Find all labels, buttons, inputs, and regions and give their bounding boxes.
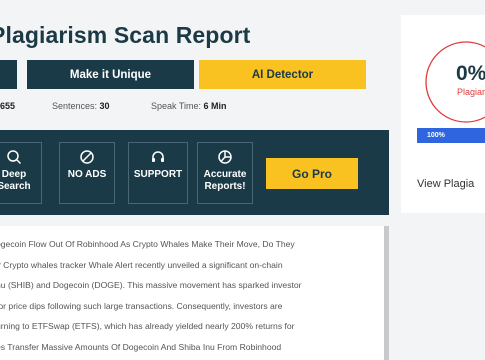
promo-no-ads-label: NO ADS (67, 169, 107, 180)
headset-icon (152, 151, 164, 162)
go-pro-button[interactable]: Go Pro (266, 158, 358, 189)
promo-accurate-reports: Accurate Reports! (197, 142, 253, 204)
search-icon (7, 150, 22, 165)
content-line: urning to ETFSwap (ETFS), which has alre… (0, 321, 295, 331)
content-text-panel[interactable]: ogecoin Flow Out Of Robinhood As Crypto … (0, 226, 389, 360)
speak-time-label: Speak Time: (151, 101, 202, 111)
plagiarism-percent: 0% (456, 62, 485, 85)
main-panel: Plagiarism Scan Report Make it Unique AI… (0, 0, 389, 360)
speak-time-value: 6 Min (203, 101, 227, 111)
sentence-count-value: 30 (99, 101, 110, 111)
promo-deep-search-line2: Search (0, 181, 31, 192)
word-count: 655 (0, 101, 15, 111)
sentence-count: Sentences: 30 (52, 101, 110, 111)
plagiarism-label: Plagiariz (457, 87, 485, 97)
content-text: ogecoin Flow Out Of Robinhood As Crypto … (0, 234, 374, 357)
word-count-value: 655 (0, 101, 16, 111)
unique-progress-fill: 100% (417, 128, 485, 143)
promo-support-label: SUPPORT (133, 169, 183, 180)
content-line: for price dips following such large tran… (0, 300, 283, 311)
scrollbar-thumb[interactable] (384, 226, 389, 360)
page-title: Plagiarism Scan Report (0, 22, 250, 49)
unique-progress-bar: 100% (417, 128, 485, 143)
ai-detector-button[interactable]: AI Detector (199, 60, 366, 89)
content-line: es Transfer Massive Amounts Of Dogecoin … (0, 341, 282, 352)
speak-time: Speak Time: 6 Min (151, 101, 227, 111)
make-it-unique-button[interactable]: Make it Unique (27, 60, 194, 89)
page-title-text: lagiarism Scan Report (5, 22, 251, 48)
sentence-count-label: Sentences: (52, 101, 98, 111)
content-scrollbar[interactable] (384, 226, 389, 360)
promo-deep-search: Deep Search (0, 142, 42, 204)
content-line: nu (SHIB) and Dogecoin (DOGE). This mass… (0, 280, 302, 290)
chart-pie-icon (218, 150, 232, 164)
result-sidebar: 0% Plagiariz 100% View Plagia (401, 15, 485, 213)
content-line: ogecoin Flow Out Of Robinhood As Crypto … (0, 239, 295, 249)
view-plagiarism-link[interactable]: View Plagia (417, 178, 474, 190)
promo-accurate-line2: Reports! (204, 181, 246, 192)
pro-promo-banner: Deep Search NO ADS SUPPORT Accurate Repo… (0, 130, 389, 215)
promo-deep-search-line1: Deep (1, 169, 27, 180)
content-line: ? Crypto whales tracker Whale Alert rece… (0, 259, 283, 270)
no-ads-icon (80, 150, 94, 164)
action-button-left[interactable] (0, 60, 17, 89)
promo-support: SUPPORT (128, 142, 188, 204)
promo-accurate-line1: Accurate (203, 169, 247, 180)
promo-no-ads: NO ADS (59, 142, 115, 204)
